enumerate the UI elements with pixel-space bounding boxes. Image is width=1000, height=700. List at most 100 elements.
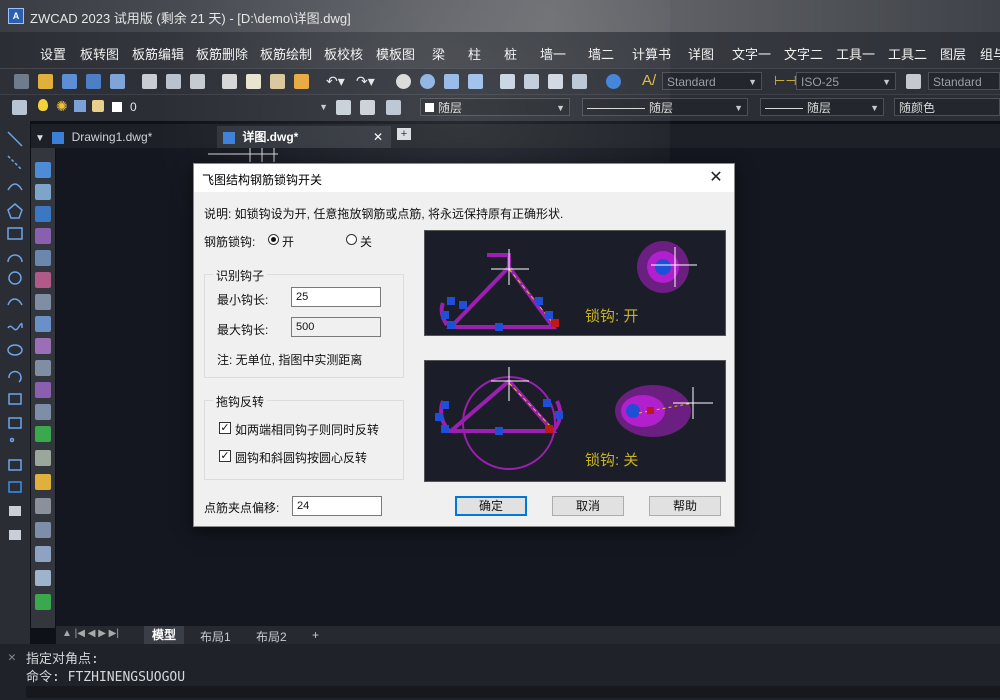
reverse-both-label[interactable]: 如两端相同钩子则同时反转 — [235, 421, 379, 438]
save-as-icon[interactable] — [86, 74, 101, 89]
radio-lock-off[interactable] — [346, 234, 357, 245]
layout-tab-model[interactable]: 模型 — [144, 626, 184, 644]
radio-lock-on-label[interactable]: 开 — [282, 233, 294, 250]
menu-item-slab-to-drawing[interactable]: 板转图 — [80, 44, 119, 63]
dim-style-select[interactable]: ISO-25 ▼ — [796, 72, 896, 90]
rebar-grid-icon[interactable] — [35, 184, 51, 200]
rebar-arrow-icon[interactable] — [35, 162, 51, 178]
menu-item-text-1[interactable]: 文字一 — [732, 44, 771, 63]
menu-item-beam[interactable]: 梁 — [432, 44, 445, 63]
close-tab-icon[interactable]: ✕ — [373, 126, 383, 148]
lineweight-select[interactable]: 随层 ▼ — [760, 98, 884, 116]
tab-menu-chevron-icon[interactable]: ▼ — [35, 133, 45, 144]
menu-item-slab-rebar-edit[interactable]: 板筋编辑 — [132, 44, 184, 63]
tool-palettes-icon[interactable] — [548, 74, 563, 89]
linetype-select[interactable]: 随层 ▼ — [582, 98, 748, 116]
rebar-table-icon[interactable] — [35, 316, 51, 332]
print-icon[interactable] — [142, 74, 157, 89]
rebar-copy-icon[interactable] — [35, 382, 51, 398]
table-style-select[interactable]: Standard — [928, 72, 1000, 90]
reverse-center-label[interactable]: 圆钩和斜圆钩按圆心反转 — [235, 449, 367, 466]
layer-previous-icon[interactable] — [360, 100, 375, 115]
open-folder-icon[interactable] — [38, 74, 53, 89]
layer-states-icon[interactable] — [386, 100, 401, 115]
make-current-layer-icon[interactable] — [336, 100, 351, 115]
rebar-detail-icon[interactable] — [35, 272, 51, 288]
app-icon[interactable]: A — [8, 8, 24, 24]
cut-icon[interactable] — [222, 74, 237, 89]
layer-thaw-sun-icon[interactable]: ✺ — [56, 98, 68, 115]
layer-viewport-icon[interactable] — [74, 100, 86, 112]
zoom-realtime-icon[interactable] — [420, 74, 435, 89]
rebar-select-icon[interactable] — [35, 426, 51, 442]
menu-item-tools-2[interactable]: 工具二 — [888, 44, 927, 63]
properties-icon[interactable] — [500, 74, 515, 89]
layout-nav-arrows[interactable]: ▲ |◀ ◀ ▶ ▶| — [62, 628, 119, 639]
paste-icon[interactable] — [270, 74, 285, 89]
plot-icon[interactable] — [190, 74, 205, 89]
rebar-merge-icon[interactable] — [35, 450, 51, 466]
layout-tab-layout1[interactable]: 布局1 — [200, 628, 231, 645]
menu-item-layer[interactable]: 图层 — [940, 44, 966, 63]
new-tab-icon[interactable]: + — [397, 128, 411, 140]
rebar-stair-icon[interactable] — [35, 570, 51, 586]
zoom-window-icon[interactable] — [444, 74, 459, 89]
rebar-edit-icon[interactable] — [35, 360, 51, 376]
layer-on-bulb-icon[interactable] — [38, 99, 48, 111]
menu-item-calc-book[interactable]: 计算书 — [632, 44, 671, 63]
rebar-check-icon[interactable] — [35, 404, 51, 420]
text-style-select[interactable]: Standard ▼ — [662, 72, 762, 90]
redo-icon[interactable]: ↷▾ — [356, 73, 375, 90]
cancel-button[interactable]: 取消 — [552, 496, 624, 516]
menu-item-slab-check[interactable]: 板校核 — [324, 44, 363, 63]
rebar-section-icon[interactable] — [35, 250, 51, 266]
menu-item-formwork[interactable]: 模板图 — [376, 44, 415, 63]
sheet-set-icon[interactable] — [572, 74, 587, 89]
close-icon[interactable]: ✕ — [704, 168, 728, 188]
pan-icon[interactable] — [396, 74, 411, 89]
zoom-previous-icon[interactable] — [468, 74, 483, 89]
color-select[interactable]: 随层 ▼ — [420, 98, 570, 116]
menu-item-tools-1[interactable]: 工具一 — [836, 44, 875, 63]
menu-item-group[interactable]: 组与 — [980, 44, 1000, 63]
menu-item-slab-rebar-delete[interactable]: 板筋删除 — [196, 44, 248, 63]
match-properties-icon[interactable] — [294, 74, 309, 89]
command-input[interactable] — [26, 686, 1000, 698]
layer-select[interactable]: 0 ▼ — [126, 98, 332, 116]
help-button[interactable]: 帮助 — [649, 496, 721, 516]
new-file-icon[interactable] — [14, 74, 29, 89]
rebar-hourglass-icon[interactable] — [35, 498, 51, 514]
menu-item-settings[interactable]: 设置 — [40, 44, 66, 63]
save-all-icon[interactable] — [110, 74, 125, 89]
menu-item-text-2[interactable]: 文字二 — [784, 44, 823, 63]
command-close-icon[interactable]: ✕ — [8, 650, 16, 665]
reverse-both-checkbox[interactable]: ✓ — [219, 422, 231, 434]
layout-tab-layout2[interactable]: 布局2 — [256, 628, 287, 645]
layout-tab-add[interactable]: + — [312, 628, 319, 642]
undo-icon[interactable]: ↶▾ — [326, 73, 345, 90]
menu-item-column[interactable]: 柱 — [468, 44, 481, 63]
rebar-person-icon[interactable] — [35, 594, 51, 610]
min-hook-field[interactable]: 25 — [291, 287, 381, 307]
menu-item-slab-rebar-draw[interactable]: 板筋绘制 — [260, 44, 312, 63]
ok-button[interactable]: 确定 — [455, 496, 527, 516]
max-hook-field[interactable]: 500 — [291, 317, 381, 337]
copy-icon[interactable] — [246, 74, 261, 89]
rebar-block-icon[interactable] — [35, 206, 51, 222]
layer-unlock-icon[interactable] — [92, 100, 104, 112]
tab-detail-drawing[interactable]: 详图.dwg* ✕ — [217, 126, 391, 148]
rebar-foundation-icon[interactable] — [35, 546, 51, 562]
help-icon[interactable] — [606, 74, 621, 89]
rebar-section-cut-icon[interactable] — [35, 522, 51, 538]
radio-lock-off-label[interactable]: 关 — [360, 233, 372, 250]
menu-item-wall-2[interactable]: 墙二 — [588, 44, 614, 63]
reverse-center-checkbox[interactable]: ✓ — [219, 450, 231, 462]
grip-offset-field[interactable]: 24 — [292, 496, 382, 516]
plotstyle-select[interactable]: 随颜色 — [894, 98, 1000, 116]
rebar-layout-icon[interactable] — [35, 294, 51, 310]
rebar-tag-icon[interactable] — [35, 338, 51, 354]
tab-drawing1[interactable]: ▼ Drawing1.dwg* — [35, 126, 215, 148]
layer-manager-icon[interactable] — [12, 100, 27, 115]
menu-item-pile[interactable]: 桩 — [504, 44, 517, 63]
menu-item-detail[interactable]: 详图 — [688, 44, 714, 63]
